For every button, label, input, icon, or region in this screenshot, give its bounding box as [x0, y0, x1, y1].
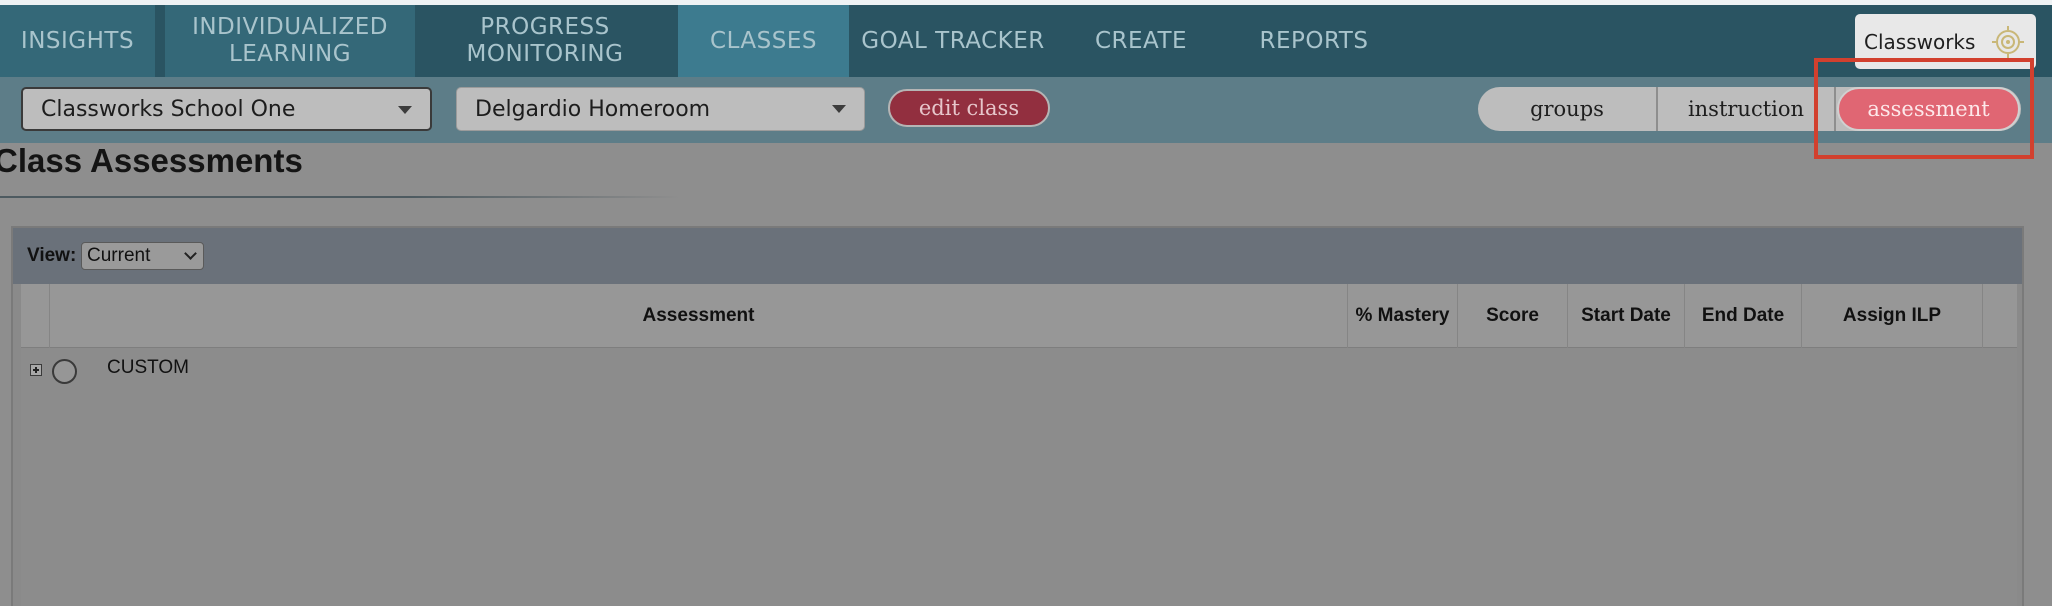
- grid-header: Assessment % Mastery Score Start Date En…: [21, 284, 2017, 348]
- school-select[interactable]: Classworks School One: [21, 87, 432, 131]
- nav-progress-monitoring[interactable]: PROGRESS MONITORING: [425, 5, 665, 77]
- chevron-down-icon: [184, 247, 197, 260]
- classworks-logo-icon: [1992, 26, 2024, 58]
- expand-plus-icon[interactable]: [30, 364, 42, 376]
- table-row[interactable]: CUSTOM: [21, 348, 2017, 388]
- class-select-value: Delgardio Homeroom: [475, 96, 711, 122]
- brand-name: Classworks: [1864, 29, 1976, 54]
- column-assessment[interactable]: Assessment: [50, 284, 1348, 348]
- chevron-down-icon: [832, 105, 846, 113]
- nav-reports[interactable]: REPORTS: [1244, 5, 1384, 77]
- grid-header-scroll-spacer: [1983, 284, 2017, 348]
- assessments-panel: View: Current Assessment % Mastery Score…: [11, 226, 2024, 606]
- grid-header-spacer: [21, 284, 50, 348]
- nav-goal-tracker[interactable]: GOAL TRACKER: [852, 5, 1054, 77]
- highlight-annotation-box: [1814, 58, 2034, 159]
- segment-instruction[interactable]: instruction: [1656, 87, 1836, 131]
- class-select[interactable]: Delgardio Homeroom: [456, 87, 865, 131]
- nav-individualized-learning[interactable]: INDIVIDUALIZED LEARNING: [165, 5, 415, 77]
- column-score[interactable]: Score: [1458, 284, 1568, 348]
- segment-groups[interactable]: groups: [1478, 87, 1656, 131]
- view-select-value: Current: [87, 245, 151, 266]
- school-select-value: Classworks School One: [41, 96, 296, 122]
- panel-header: View: Current: [13, 228, 2022, 284]
- column-end-date[interactable]: End Date: [1685, 284, 1802, 348]
- nav-classes[interactable]: CLASSES: [678, 5, 849, 77]
- title-divider: [0, 196, 680, 198]
- column-start-date[interactable]: Start Date: [1568, 284, 1685, 348]
- edit-class-button[interactable]: edit class: [888, 89, 1050, 127]
- nav-create[interactable]: CREATE: [1084, 5, 1198, 77]
- view-select[interactable]: Current: [81, 242, 204, 270]
- page-title: Class Assessments: [0, 142, 303, 179]
- column-mastery[interactable]: % Mastery: [1348, 284, 1458, 348]
- row-label: CUSTOM: [107, 357, 189, 378]
- top-navigation: INSIGHTS INDIVIDUALIZED LEARNING PROGRES…: [0, 0, 2052, 77]
- chevron-down-icon: [398, 106, 412, 114]
- nav-insights[interactable]: INSIGHTS: [0, 5, 155, 77]
- class-toolbar: Classworks School One Delgardio Homeroom…: [0, 77, 2052, 143]
- view-label: View:: [27, 245, 77, 266]
- radio-button[interactable]: [52, 359, 77, 384]
- column-assign-ilp[interactable]: Assign ILP: [1802, 284, 1983, 348]
- assessments-grid: Assessment % Mastery Score Start Date En…: [21, 284, 2017, 606]
